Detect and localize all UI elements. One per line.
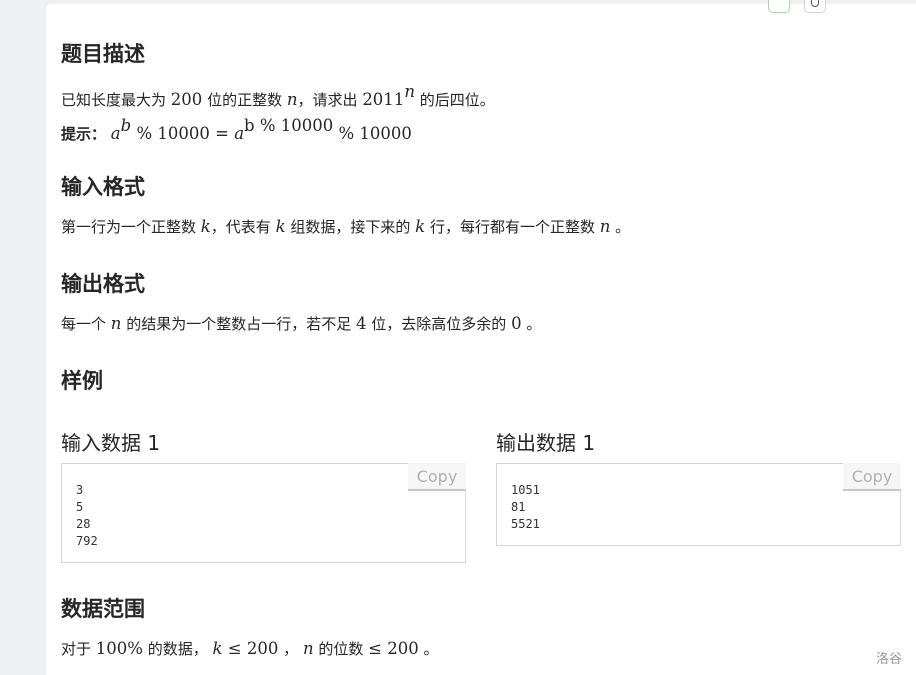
output-format-text: 每一个 n 的结果为一个整数占一行，若不足 4 位，去除高位多余的 0 。 bbox=[61, 314, 542, 333]
output-format-heading: 输出格式 bbox=[61, 272, 145, 296]
sample-input-box[interactable]: 3 5 28 792 Copy bbox=[61, 463, 466, 563]
range-text: 对于 100% 的数据， k ≤ 200 ， n 的位数 ≤ 200 。 bbox=[61, 639, 439, 658]
search-icon[interactable] bbox=[804, 0, 826, 13]
copy-output-button[interactable]: Copy bbox=[843, 463, 901, 491]
sample-input-title: 输入数据 1 bbox=[61, 431, 161, 455]
sample-output-text[interactable]: 1051 81 5521 bbox=[511, 482, 540, 533]
description-text: 已知长度最大为 200 位的正整数 n，请求出 2011n 的后四位。 bbox=[61, 82, 495, 109]
sample-output-box[interactable]: 1051 81 5521 Copy bbox=[496, 463, 901, 546]
hint-text: 提示： ab % 10000 = ab % 10000 % 10000 bbox=[61, 116, 412, 143]
sample-output-title: 输出数据 1 bbox=[496, 431, 596, 455]
input-format-heading: 输入格式 bbox=[61, 175, 145, 199]
sample-input-text[interactable]: 3 5 28 792 bbox=[76, 482, 98, 550]
description-heading: 题目描述 bbox=[61, 42, 145, 66]
copy-input-button[interactable]: Copy bbox=[408, 463, 466, 491]
range-heading: 数据范围 bbox=[61, 597, 145, 621]
input-format-text: 第一行为一个正整数 k，代表有 k 组数据，接下来的 k 行，每行都有一个正整数… bbox=[61, 217, 631, 236]
luogu-brand: 洛谷 bbox=[876, 652, 903, 667]
sample-heading: 样例 bbox=[61, 369, 103, 393]
check-icon[interactable] bbox=[768, 0, 790, 13]
